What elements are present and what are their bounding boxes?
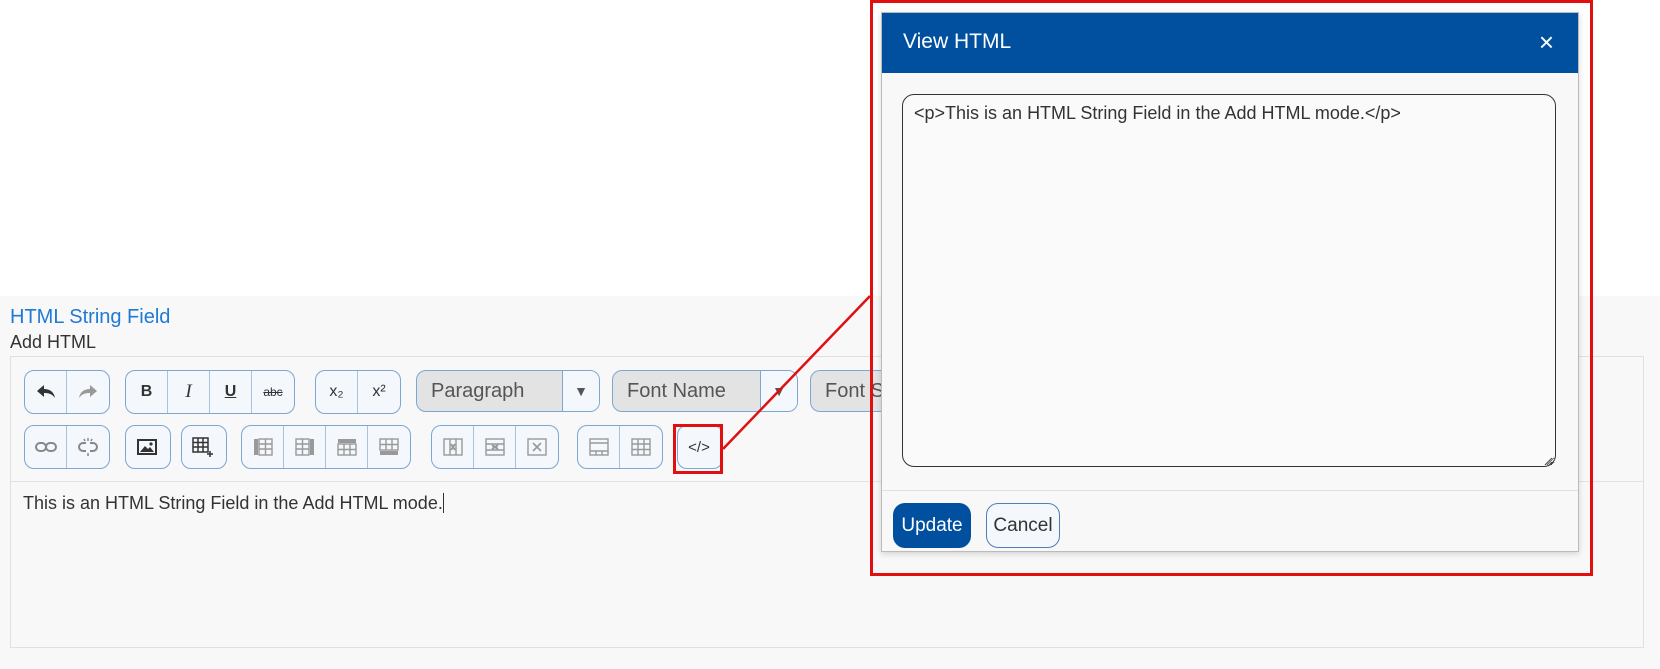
underline-button[interactable]: U (210, 371, 252, 413)
delete-row-button[interactable] (474, 426, 516, 468)
unlink-button[interactable] (67, 426, 109, 468)
script-group: x₂ x² (315, 370, 401, 414)
dialog-header: View HTML × (882, 13, 1578, 73)
insert-row-above-button[interactable] (326, 426, 368, 468)
resize-handle-icon[interactable] (1543, 456, 1553, 466)
delete-row-icon (484, 438, 505, 456)
format-select-value: Paragraph (431, 380, 525, 402)
redo-button[interactable] (67, 371, 109, 413)
image-group (125, 425, 171, 469)
delete-table-icon (527, 438, 547, 456)
superscript-button[interactable]: x² (358, 371, 400, 413)
dialog-title: View HTML (903, 30, 1012, 53)
subscript-button[interactable]: x₂ (316, 371, 358, 413)
update-button[interactable]: Update (893, 503, 971, 548)
italic-button[interactable]: I (168, 371, 210, 413)
chevron-down-icon: ▼ (562, 371, 599, 411)
redo-icon (78, 383, 98, 401)
table-header-icon (588, 438, 609, 456)
link-group (24, 425, 110, 469)
undo-icon (36, 383, 56, 401)
link-icon (34, 440, 57, 454)
html-source-textarea[interactable]: <p>This is an HTML String Field in the A… (902, 94, 1556, 467)
insert-row-below-button[interactable] (368, 426, 410, 468)
unlink-icon (77, 437, 99, 457)
font-name-select-value: Font Name (627, 380, 726, 402)
bold-button[interactable]: B (126, 371, 168, 413)
insert-table-button[interactable] (182, 426, 224, 468)
history-group (24, 370, 110, 414)
insert-column-right-button[interactable] (284, 426, 326, 468)
field-subtitle: Add HTML (10, 332, 97, 352)
image-icon (137, 439, 157, 455)
column-left-icon (253, 438, 273, 456)
table-header-button[interactable] (578, 426, 620, 468)
close-icon[interactable]: × (1539, 27, 1554, 58)
view-html-dialog: View HTML × <p>This is an HTML String Fi… (881, 12, 1579, 552)
table-props-group (577, 425, 663, 469)
format-select[interactable]: Paragraph ▼ (416, 370, 600, 412)
insert-link-button[interactable] (25, 426, 67, 468)
strikethrough-button[interactable]: abc (252, 371, 294, 413)
table-properties-button[interactable] (620, 426, 662, 468)
chevron-down-icon: ▼ (760, 371, 797, 411)
delete-column-button[interactable] (432, 426, 474, 468)
table-properties-icon (631, 438, 651, 456)
text-caret (442, 493, 444, 513)
undo-button[interactable] (25, 371, 67, 413)
font-name-select[interactable]: Font Name ▼ (612, 370, 798, 412)
editor-content[interactable]: This is an HTML String Field in the Add … (23, 493, 444, 514)
editor-text: This is an HTML String Field in the Add … (23, 493, 443, 513)
insert-column-left-button[interactable] (242, 426, 284, 468)
table-column-group (241, 425, 411, 469)
delete-table-button[interactable] (516, 426, 558, 468)
row-below-icon (379, 438, 399, 456)
delete-column-icon (442, 438, 463, 456)
insert-image-button[interactable] (126, 426, 168, 468)
view-html-highlight (673, 424, 723, 474)
row-above-icon (336, 438, 357, 456)
table-icon (192, 437, 214, 457)
cancel-button[interactable]: Cancel (986, 503, 1060, 548)
column-right-icon (294, 438, 315, 456)
field-title: HTML String Field (10, 306, 171, 328)
dialog-footer-divider (882, 490, 1578, 491)
table-group (181, 425, 227, 469)
text-style-group: B I U abc (125, 370, 295, 414)
table-delete-group (431, 425, 559, 469)
